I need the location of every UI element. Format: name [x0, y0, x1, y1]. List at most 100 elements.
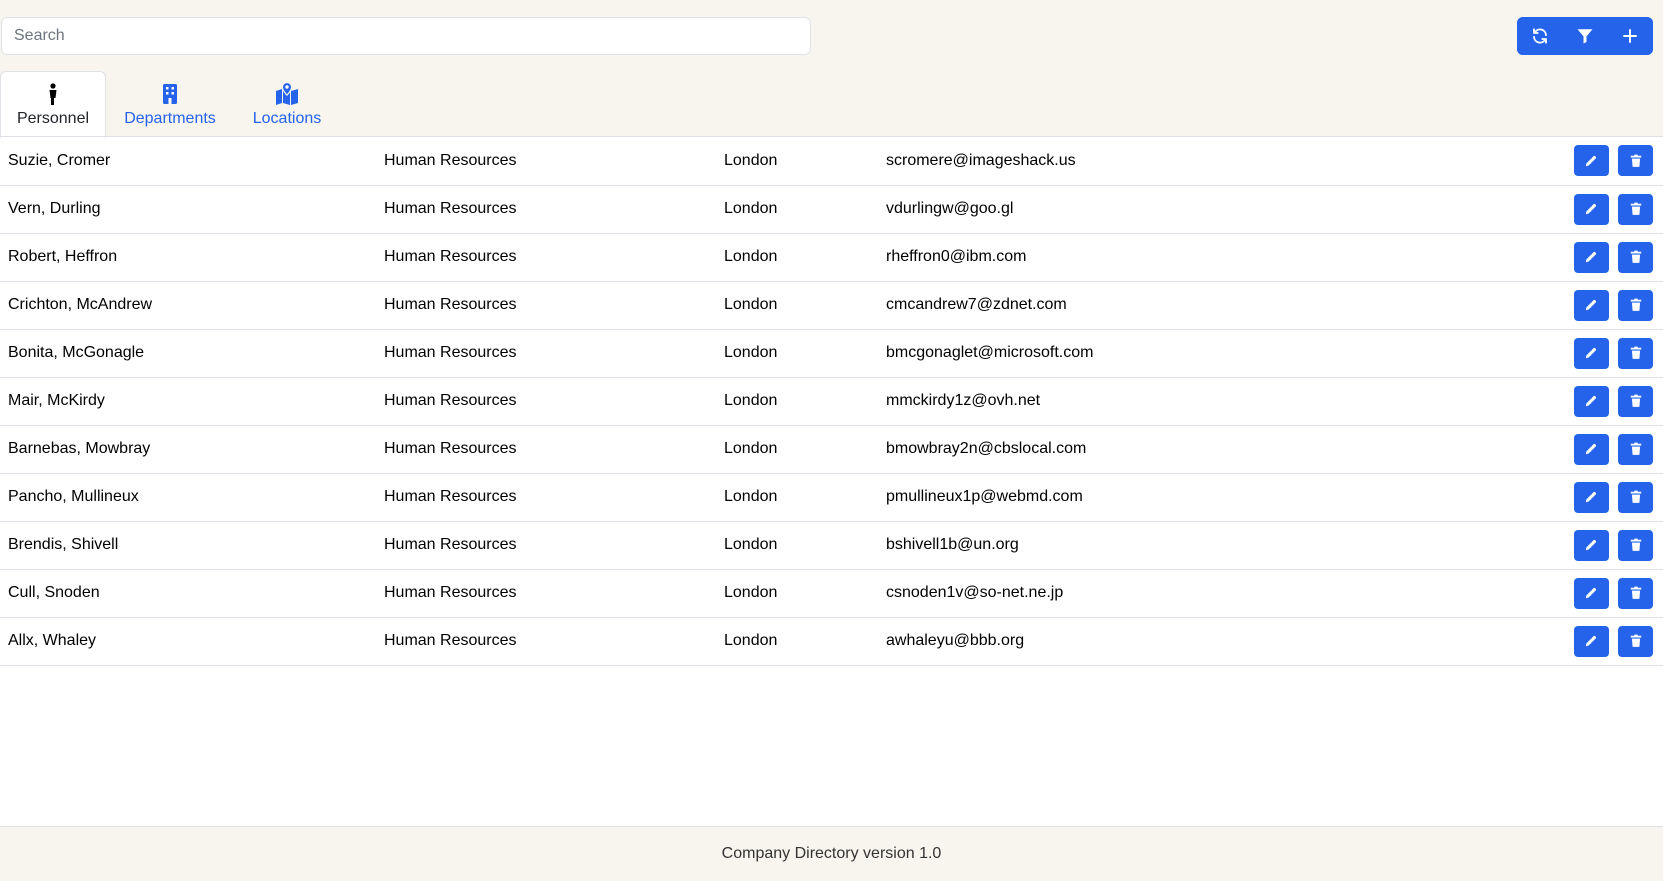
pencil-icon: [1585, 395, 1597, 407]
pencil-icon: [1585, 251, 1597, 263]
cell-department: Human Resources: [384, 200, 517, 217]
pencil-icon: [1585, 203, 1597, 215]
delete-button[interactable]: [1618, 241, 1653, 273]
pencil-icon: [1585, 539, 1597, 551]
pencil-icon: [1585, 155, 1597, 166]
delete-button[interactable]: [1618, 385, 1653, 417]
tab-departments-label: Departments: [124, 109, 216, 127]
cell-name: Robert, Heffron: [8, 248, 118, 265]
delete-button[interactable]: [1618, 481, 1653, 513]
cell-email: bmowbray2n@cbslocal.com: [886, 440, 1087, 457]
pencil-icon: [1585, 443, 1597, 455]
trash-icon: [1630, 154, 1641, 167]
cell-name: Cull, Snoden: [8, 584, 100, 601]
delete-button[interactable]: [1618, 193, 1653, 225]
cell-email: scromere@imageshack.us: [886, 151, 1076, 169]
cell-department: Human Resources: [384, 584, 517, 601]
edit-button[interactable]: [1573, 193, 1609, 225]
cell-name: Pancho, Mullineux: [8, 488, 139, 505]
personnel-table-body: Suzie, Cromer Human Resources London scr…: [0, 137, 1663, 665]
tab-personnel-label: Personnel: [16, 110, 90, 127]
cell-location: London: [724, 248, 778, 265]
building-icon: [163, 83, 177, 104]
trash-icon: [1630, 442, 1641, 455]
edit-button[interactable]: [1573, 577, 1609, 609]
cell-department: Human Resources: [384, 248, 517, 265]
cell-actions: [1478, 233, 1663, 281]
edit-button[interactable]: [1573, 385, 1609, 417]
tab-departments[interactable]: Departments: [106, 71, 234, 137]
table-row: Crichton, McAndrew Human Resources Londo…: [0, 281, 1663, 329]
trash-icon: [1630, 298, 1641, 311]
cell-email: vdurlingw@goo.gl: [886, 200, 1014, 217]
table-row: Suzie, Cromer Human Resources London scr…: [0, 137, 1663, 185]
cell-location: London: [724, 151, 778, 169]
company-directory-app: Personnel Departments: [0, 0, 1663, 881]
add-button[interactable]: [1607, 17, 1653, 55]
trash-icon: [1630, 250, 1641, 263]
edit-button[interactable]: [1573, 145, 1609, 177]
table-row: Robert, Heffron Human Resources London r…: [0, 233, 1663, 281]
delete-button[interactable]: [1618, 433, 1653, 465]
cell-name: Suzie, Cromer: [8, 151, 111, 169]
refresh-button[interactable]: [1517, 17, 1563, 55]
pencil-icon: [1585, 491, 1597, 503]
cell-name: Mair, McKirdy: [8, 392, 105, 409]
delete-button[interactable]: [1618, 289, 1653, 321]
tab-locations[interactable]: Locations: [234, 71, 340, 137]
cell-name: Barnebas, Mowbray: [8, 440, 151, 457]
delete-button[interactable]: [1618, 529, 1653, 561]
cell-email: bshivell1b@un.org: [886, 536, 1019, 553]
edit-button[interactable]: [1573, 481, 1609, 513]
pencil-icon: [1585, 587, 1597, 599]
cell-actions: [1478, 185, 1663, 233]
trash-icon: [1630, 202, 1641, 215]
cell-email: mmckirdy1z@ovh.net: [886, 392, 1041, 409]
tab-locations-label: Locations: [252, 109, 322, 127]
map-location-icon: [276, 81, 298, 105]
edit-button[interactable]: [1573, 241, 1609, 273]
cell-location: London: [724, 200, 778, 217]
delete-button[interactable]: [1618, 625, 1653, 657]
cell-actions: [1478, 329, 1663, 377]
cell-location: London: [724, 536, 778, 553]
cell-name: Crichton, McAndrew: [8, 296, 153, 313]
search-input[interactable]: [1, 17, 811, 55]
table-row: Vern, Durling Human Resources London vdu…: [0, 185, 1663, 233]
edit-button[interactable]: [1573, 337, 1609, 369]
personnel-table-container: Suzie, Cromer Human Resources London scr…: [0, 137, 1663, 666]
cell-email: csnoden1v@so-net.ne.jp: [886, 584, 1064, 601]
cell-location: London: [724, 440, 778, 457]
cell-actions: [1478, 137, 1663, 185]
cell-location: London: [724, 632, 778, 649]
filter-button[interactable]: [1562, 17, 1608, 55]
edit-button[interactable]: [1573, 433, 1609, 465]
pencil-icon: [1585, 299, 1597, 311]
table-row: Pancho, Mullineux Human Resources London…: [0, 473, 1663, 521]
edit-button[interactable]: [1573, 529, 1609, 561]
pencil-icon: [1585, 635, 1597, 647]
edit-button[interactable]: [1573, 289, 1609, 321]
cell-name: Allx, Whaley: [8, 632, 97, 649]
trash-icon: [1630, 346, 1641, 359]
cell-location: London: [724, 344, 778, 361]
table-row: Allx, Whaley Human Resources London awha…: [0, 617, 1663, 665]
cell-actions: [1478, 281, 1663, 329]
delete-button[interactable]: [1618, 577, 1653, 609]
cell-actions: [1478, 473, 1663, 521]
footer-version-text: Company Directory version 1.0: [721, 845, 942, 862]
trash-icon: [1630, 394, 1641, 407]
cell-location: London: [724, 488, 778, 505]
delete-button[interactable]: [1618, 145, 1653, 177]
cell-location: London: [724, 584, 778, 601]
tab-personnel[interactable]: Personnel: [0, 71, 106, 138]
cell-location: London: [724, 392, 778, 409]
edit-button[interactable]: [1573, 625, 1609, 657]
delete-button[interactable]: [1618, 337, 1653, 369]
cell-name: Brendis, Shivell: [8, 536, 119, 553]
cell-name: Vern, Durling: [8, 200, 101, 217]
cell-email: bmcgonaglet@microsoft.com: [886, 344, 1094, 361]
table-row: Bonita, McGonagle Human Resources London…: [0, 329, 1663, 377]
cell-actions: [1478, 569, 1663, 617]
cell-email: cmcandrew7@zdnet.com: [886, 296, 1067, 313]
